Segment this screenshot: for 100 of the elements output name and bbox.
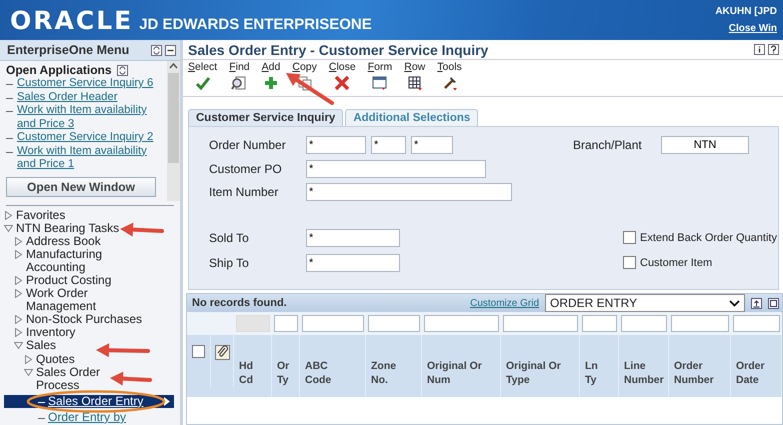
collapse-icon[interactable] [165, 44, 176, 56]
field-label: Customer PO [208, 162, 283, 176]
view-dropdown[interactable]: ORDER ENTRY [545, 294, 745, 312]
selected-tree-item[interactable]: Sales Order Entry [4, 394, 174, 408]
toolbar-button[interactable]: Add [262, 61, 280, 95]
tree-item[interactable]: Product Costing [26, 274, 112, 288]
filter-field[interactable] [368, 315, 420, 332]
checkbox-label: Customer Item [640, 256, 712, 268]
tab[interactable]: Additional Selections [345, 109, 478, 126]
collapsed-triangle-icon[interactable] [14, 315, 23, 324]
toolbar-button[interactable]: Row [404, 61, 426, 95]
filter-field[interactable] [302, 315, 364, 332]
field-label: Item Number [208, 184, 280, 198]
filter-field[interactable] [733, 315, 780, 332]
collapsed-triangle-icon[interactable] [24, 354, 33, 364]
form-title: Sales Order Entry - Customer Service Inquiry [188, 42, 488, 58]
scroll-up-icon[interactable] [169, 63, 178, 69]
help-icon[interactable] [768, 44, 779, 55]
annotation-arrow [286, 73, 334, 105]
tree-item[interactable]: Address Book [26, 234, 101, 248]
search-icon [231, 75, 248, 91]
collapsed-triangle-icon[interactable] [14, 276, 23, 285]
expanded-triangle-icon[interactable] [24, 368, 33, 377]
grid-icon [406, 75, 423, 91]
tools-icon [442, 75, 458, 91]
open-application-link[interactable]: Customer Service Inquiry 6 [6, 77, 167, 90]
tree-item[interactable]: Work Order Management [26, 287, 144, 314]
close-icon [334, 75, 350, 91]
input-field[interactable]: * [306, 254, 400, 272]
collapsed-triangle-icon[interactable] [4, 210, 13, 220]
close-window-link[interactable]: Close Win [728, 23, 777, 34]
expanded-triangle-icon[interactable] [14, 341, 23, 350]
annotation-arrow [96, 343, 150, 358]
annotation-arrow [120, 222, 164, 237]
checkbox-label: Extend Back Order Quantity [640, 232, 777, 244]
toolbar-button[interactable]: Close [328, 61, 356, 95]
input-field[interactable]: * [411, 136, 453, 154]
filter-field[interactable] [274, 315, 298, 332]
toolbar-button[interactable]: Find [229, 61, 250, 95]
field-label: Sold To [208, 230, 250, 244]
filter-field[interactable] [582, 315, 617, 332]
collapsed-triangle-icon[interactable] [14, 289, 23, 298]
copy-icon [296, 75, 313, 91]
maximize-icon[interactable] [768, 298, 779, 308]
toolbar-button[interactable]: Form [368, 61, 392, 95]
info-icon[interactable] [754, 44, 765, 55]
collapsed-triangle-icon[interactable] [14, 328, 23, 338]
tree-item[interactable]: Non-Stock Purchases [26, 313, 142, 326]
refresh-icon[interactable] [116, 64, 128, 76]
tree-item[interactable]: Sales Order Process [36, 366, 144, 392]
open-application-link[interactable]: Sales Order Header [6, 90, 167, 104]
chevron-down-icon [729, 300, 740, 306]
filter-field[interactable] [621, 315, 667, 332]
toolbar-button[interactable]: Select [188, 61, 218, 95]
open-application-link[interactable]: Work with Item availability and Price 1 [6, 144, 167, 172]
collapsed-triangle-icon[interactable] [14, 236, 23, 246]
product-name: JD EDWARDS ENTERPRISEONE [139, 16, 372, 32]
add-icon [262, 75, 279, 91]
form-icon [372, 75, 388, 91]
section-title: Open Applications [6, 63, 112, 77]
scrollbar[interactable] [167, 61, 180, 200]
tree-item[interactable]: Manufacturing Accounting [26, 248, 144, 274]
tab[interactable]: Customer Service Inquiry [188, 109, 344, 126]
user-name: AKUHN [JPD [715, 6, 777, 17]
attachment-icon[interactable] [214, 345, 230, 360]
input-field[interactable]: * [306, 182, 512, 200]
checkbox[interactable] [623, 231, 636, 244]
refresh-icon[interactable] [151, 44, 162, 56]
tree-item[interactable]: Sales [26, 339, 56, 353]
logo: ORACLE [10, 6, 134, 34]
export-icon[interactable] [751, 298, 762, 308]
tree-item[interactable]: Inventory [26, 326, 76, 340]
input-field[interactable]: * [306, 160, 486, 178]
customize-grid-link[interactable]: Customize Grid [470, 298, 539, 308]
field-label: Ship To [208, 256, 250, 270]
tree-item[interactable]: NTN Bearing Tasks [16, 222, 120, 235]
field-label: Order Number [208, 138, 287, 152]
check-icon [194, 75, 211, 91]
input-field[interactable]: NTN [661, 136, 749, 154]
input-field[interactable]: * [371, 136, 406, 154]
filter-field[interactable] [503, 315, 578, 332]
open-new-window-button[interactable]: Open New Window [6, 176, 156, 196]
open-application-link[interactable]: Work with Item availability and Price 3 [6, 104, 167, 131]
sidebar-title: EnterpriseOne Menu [7, 43, 130, 57]
status-message: No records found. [192, 297, 288, 309]
filter-field[interactable] [671, 315, 729, 332]
expanded-triangle-icon[interactable] [4, 224, 13, 233]
collapsed-triangle-icon[interactable] [14, 250, 23, 259]
task-link[interactable]: Order Entry by [48, 410, 174, 424]
annotation-arrow [110, 372, 152, 386]
checkbox[interactable] [623, 256, 636, 269]
filter-field[interactable] [424, 315, 499, 332]
open-application-link[interactable]: Customer Service Inquiry 2 [6, 131, 167, 144]
submenu-arrow-icon[interactable] [164, 396, 170, 406]
tree-item[interactable]: Quotes [36, 352, 75, 366]
tree-item[interactable]: Favorites [16, 208, 66, 222]
input-field[interactable]: * [306, 228, 400, 246]
input-field[interactable]: * [306, 136, 366, 154]
toolbar-button[interactable]: Tools [437, 61, 462, 95]
select-all-checkbox[interactable] [192, 345, 205, 358]
